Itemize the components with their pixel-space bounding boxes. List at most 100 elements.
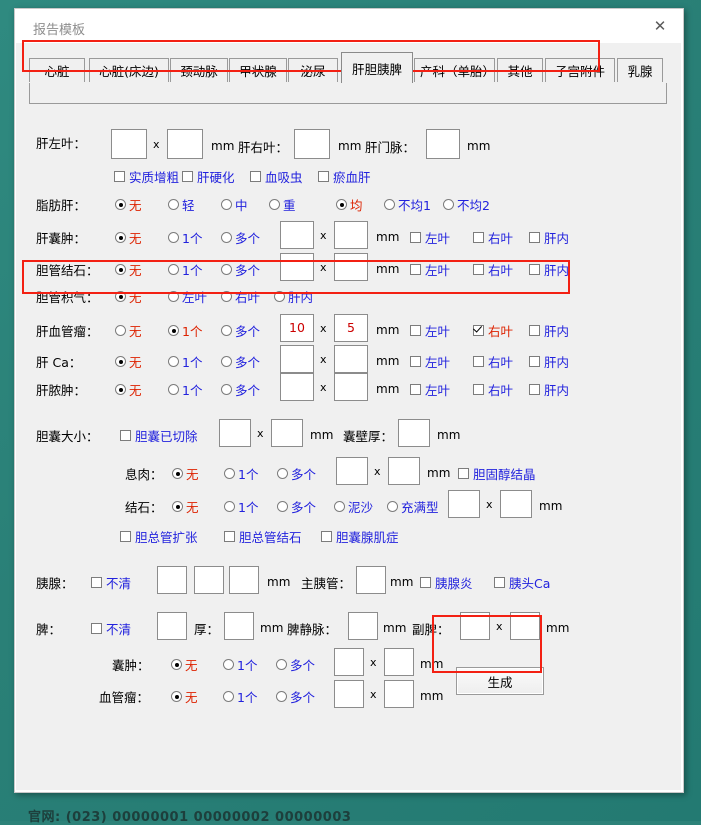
input-accessory-spleen-2[interactable] <box>510 612 540 640</box>
input-liver-ca-2[interactable] <box>334 345 368 373</box>
radio-liver-ca-one[interactable]: 1个 <box>168 352 202 371</box>
radio-fatty-liver-uneven1[interactable]: 不均1 <box>384 195 431 214</box>
input-pancreas-1[interactable] <box>157 566 187 594</box>
radio-spleen-cyst-one[interactable]: 1个 <box>223 655 257 674</box>
radio-polyp-many[interactable]: 多个 <box>277 464 316 483</box>
radio-bile-duct-gas-intrahepatic[interactable]: 肝内 <box>274 287 313 306</box>
checkbox-liver-abscess-left-lobe[interactable]: 左叶 <box>410 380 450 399</box>
tab-xinzang[interactable]: 心脏 <box>29 58 85 82</box>
tab-thyroid[interactable]: 甲状腺 <box>229 58 287 82</box>
radio-liver-cyst-one[interactable]: 1个 <box>168 228 202 247</box>
radio-bile-duct-stone-many[interactable]: 多个 <box>221 260 260 279</box>
checkbox-liver-cyst-right-lobe[interactable]: 右叶 <box>473 228 513 247</box>
checkbox-pancreas-head-ca[interactable]: 胰头Ca <box>494 573 550 592</box>
input-liver-cyst-1[interactable] <box>280 221 314 249</box>
radio-liver-hemangioma-one[interactable]: 1个 <box>168 321 202 340</box>
radio-bile-duct-gas-none[interactable]: 无 <box>115 287 142 306</box>
checkbox-cbd-dilation[interactable]: 胆总管扩张 <box>120 527 198 546</box>
radio-liver-cyst-none[interactable]: 无 <box>115 228 142 247</box>
input-liver-abscess-2[interactable] <box>334 373 368 401</box>
radio-spleen-hemangioma-one[interactable]: 1个 <box>223 687 257 706</box>
checkbox-liver-hemangioma-right-lobe[interactable]: 右叶 <box>473 321 513 340</box>
input-spleen-cyst-2[interactable] <box>384 648 414 676</box>
tab-breast[interactable]: 乳腺 <box>617 58 663 82</box>
checkbox-liver-hemangioma-intrahepatic[interactable]: 肝内 <box>529 321 569 340</box>
tab-obstetrics[interactable]: 产科（单胎） <box>414 58 495 82</box>
checkbox-cholesterol-crystal[interactable]: 胆固醇结晶 <box>458 464 536 483</box>
radio-stone-one[interactable]: 1个 <box>224 497 258 516</box>
tab-uterus-adnexa[interactable]: 子宫附件 <box>545 58 615 82</box>
input-spleen-size[interactable] <box>157 612 187 640</box>
radio-fatty-liver-uneven2[interactable]: 不均2 <box>443 195 490 214</box>
radio-fatty-liver-even[interactable]: 均 <box>336 195 363 214</box>
checkbox-liver-ca-right-lobe[interactable]: 右叶 <box>473 352 513 371</box>
checkbox-pancreas-unclear[interactable]: 不清 <box>91 573 131 592</box>
checkbox-spleen-unclear[interactable]: 不清 <box>91 619 131 638</box>
radio-spleen-cyst-none[interactable]: 无 <box>171 655 198 674</box>
radio-liver-ca-none[interactable]: 无 <box>115 352 142 371</box>
checkbox-congestive-liver[interactable]: 瘀血肝 <box>318 167 371 186</box>
input-liver-abscess-1[interactable] <box>280 373 314 401</box>
radio-stone-none[interactable]: 无 <box>172 497 199 516</box>
input-stone-1[interactable] <box>448 490 480 518</box>
input-spleen-thick[interactable] <box>224 612 254 640</box>
input-liver-hemangioma-2[interactable]: 5 <box>334 314 368 342</box>
input-polyp-2[interactable] <box>388 457 420 485</box>
radio-stone-sludge[interactable]: 泥沙 <box>334 497 373 516</box>
radio-liver-abscess-none[interactable]: 无 <box>115 380 142 399</box>
input-liver-ca-1[interactable] <box>280 345 314 373</box>
checkbox-schistosome[interactable]: 血吸虫 <box>250 167 303 186</box>
radio-bile-duct-gas-right-lobe[interactable]: 右叶 <box>221 287 260 306</box>
radio-liver-hemangioma-none[interactable]: 无 <box>115 321 142 340</box>
tab-other[interactable]: 其他 <box>497 58 543 82</box>
checkbox-cirrhosis[interactable]: 肝硬化 <box>182 167 235 186</box>
radio-bile-duct-gas-left-lobe[interactable]: 左叶 <box>168 287 207 306</box>
checkbox-adenomyomatosis[interactable]: 胆囊腺肌症 <box>321 527 399 546</box>
tab-hepatobiliary[interactable]: 肝胆胰脾 <box>341 52 413 83</box>
radio-liver-cyst-many[interactable]: 多个 <box>221 228 260 247</box>
input-liver-left-2[interactable] <box>167 129 203 159</box>
checkbox-liver-ca-intrahepatic[interactable]: 肝内 <box>529 352 569 371</box>
generate-button[interactable]: 生成 <box>456 667 544 695</box>
checkbox-bile-duct-stone-left-lobe[interactable]: 左叶 <box>410 260 450 279</box>
input-liver-right[interactable] <box>294 129 330 159</box>
tab-carotid[interactable]: 颈动脉 <box>170 58 228 82</box>
input-gb-size-2[interactable] <box>271 419 303 447</box>
input-bile-duct-stone-1[interactable] <box>280 253 314 281</box>
radio-liver-hemangioma-many[interactable]: 多个 <box>221 321 260 340</box>
radio-spleen-hemangioma-many[interactable]: 多个 <box>276 687 315 706</box>
radio-liver-abscess-one[interactable]: 1个 <box>168 380 202 399</box>
checkbox-liver-abscess-right-lobe[interactable]: 右叶 <box>473 380 513 399</box>
checkbox-bile-duct-stone-right-lobe[interactable]: 右叶 <box>473 260 513 279</box>
input-gb-wall[interactable] <box>398 419 430 447</box>
input-spleen-hemangioma-1[interactable] <box>334 680 364 708</box>
checkbox-liver-hemangioma-left-lobe[interactable]: 左叶 <box>410 321 450 340</box>
close-icon[interactable]: ✕ <box>643 13 677 39</box>
tab-xinzang-bedside[interactable]: 心脏(床边) <box>89 58 169 82</box>
checkbox-parenchyma-coarse[interactable]: 实质增粗 <box>114 167 179 186</box>
tab-urinary[interactable]: 泌尿 <box>288 58 338 82</box>
checkbox-pancreatitis[interactable]: 胰腺炎 <box>420 573 473 592</box>
radio-fatty-liver-moderate[interactable]: 中 <box>221 195 248 214</box>
input-pancreas-2[interactable] <box>194 566 224 594</box>
checkbox-bile-duct-stone-intrahepatic[interactable]: 肝内 <box>529 260 569 279</box>
checkbox-liver-cyst-intrahepatic[interactable]: 肝内 <box>529 228 569 247</box>
radio-bile-duct-stone-none[interactable]: 无 <box>115 260 142 279</box>
radio-polyp-none[interactable]: 无 <box>172 464 199 483</box>
checkbox-gb-removed[interactable]: 胆囊已切除 <box>120 426 198 445</box>
radio-fatty-liver-mild[interactable]: 轻 <box>168 195 195 214</box>
radio-fatty-liver-severe[interactable]: 重 <box>269 195 296 214</box>
input-splenic-vein[interactable] <box>348 612 378 640</box>
checkbox-liver-ca-left-lobe[interactable]: 左叶 <box>410 352 450 371</box>
radio-liver-ca-many[interactable]: 多个 <box>221 352 260 371</box>
radio-bile-duct-stone-one[interactable]: 1个 <box>168 260 202 279</box>
radio-polyp-one[interactable]: 1个 <box>224 464 258 483</box>
radio-spleen-hemangioma-none[interactable]: 无 <box>171 687 198 706</box>
checkbox-liver-cyst-left-lobe[interactable]: 左叶 <box>410 228 450 247</box>
input-liver-hemangioma-1[interactable]: 10 <box>280 314 314 342</box>
input-liver-left-1[interactable] <box>111 129 147 159</box>
radio-spleen-cyst-many[interactable]: 多个 <box>276 655 315 674</box>
input-bile-duct-stone-2[interactable] <box>334 253 368 281</box>
input-polyp-1[interactable] <box>336 457 368 485</box>
input-spleen-hemangioma-2[interactable] <box>384 680 414 708</box>
